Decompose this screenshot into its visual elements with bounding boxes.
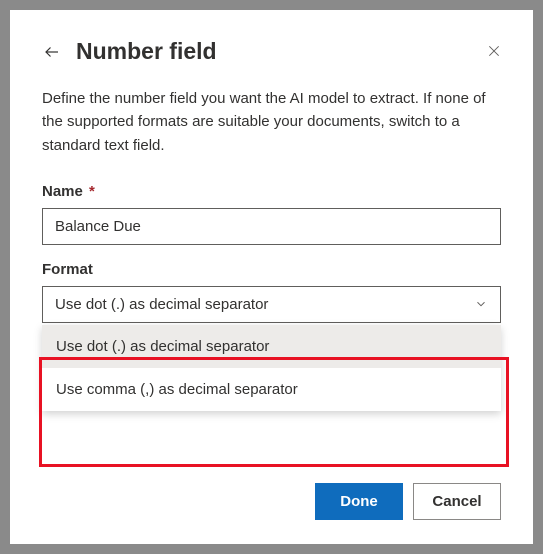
name-label-text: Name (42, 183, 83, 200)
format-select-wrapper: Use dot (.) as decimal separator Use dot… (42, 286, 501, 323)
format-dropdown-panel: Use dot (.) as decimal separator Use com… (42, 325, 501, 411)
dialog-header: Number field (42, 38, 501, 65)
format-label: Format (42, 261, 501, 278)
back-arrow-icon[interactable] (42, 42, 62, 62)
name-label: Name * (42, 183, 501, 200)
chevron-down-icon (474, 297, 488, 311)
format-option-dot[interactable]: Use dot (.) as decimal separator (42, 325, 501, 368)
format-selected-value: Use dot (.) as decimal separator (55, 296, 268, 313)
name-input[interactable] (42, 208, 501, 245)
done-button[interactable]: Done (315, 483, 403, 520)
number-field-dialog: Number field Define the number field you… (10, 10, 533, 544)
close-icon[interactable] (485, 42, 503, 60)
dialog-title: Number field (76, 38, 217, 65)
required-indicator: * (89, 183, 95, 200)
cancel-button[interactable]: Cancel (413, 483, 501, 520)
format-option-comma[interactable]: Use comma (,) as decimal separator (42, 368, 501, 411)
dialog-footer: Done Cancel (315, 483, 501, 520)
dialog-description: Define the number field you want the AI … (42, 87, 501, 157)
format-select[interactable]: Use dot (.) as decimal separator (42, 286, 501, 323)
